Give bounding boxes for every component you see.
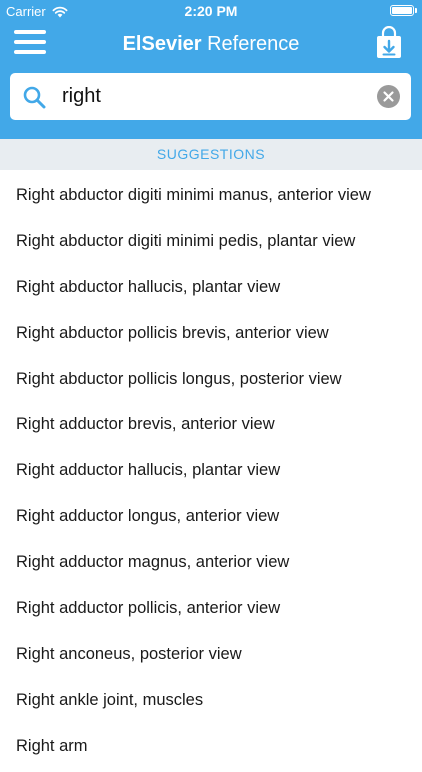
suggestions-header: SUGGESTIONS (0, 139, 422, 170)
suggestion-item[interactable]: Right abductor pollicis brevis, anterior… (0, 308, 422, 354)
search-bar (10, 73, 411, 120)
app-title: ElSevier Reference (0, 33, 422, 56)
suggestion-item[interactable]: Right abductor pollicis longus, posterio… (0, 354, 422, 400)
suggestion-item[interactable]: Right ankle joint, muscles (0, 675, 422, 721)
suggestion-item[interactable]: Right adductor longus, anterior view (0, 491, 422, 537)
clear-search-button[interactable] (377, 85, 400, 108)
download-bag-icon (377, 25, 401, 58)
suggestion-item[interactable]: Right arm (0, 721, 422, 767)
search-icon (23, 86, 46, 109)
battery-icon (390, 5, 417, 16)
status-time: 2:20 PM (184, 3, 238, 19)
app-header: Carrier 2:20 PM ElSevier Reference (0, 0, 422, 139)
status-bar: Carrier 2:20 PM (0, 0, 422, 24)
suggestion-item[interactable]: Right abductor hallucis, plantar view (0, 262, 422, 308)
navigation-bar: ElSevier Reference (0, 24, 422, 68)
suggestion-item[interactable]: Right adductor magnus, anterior view (0, 537, 422, 583)
suggestion-item[interactable]: Right adductor pollicis, anterior view (0, 583, 422, 629)
suggestions-list: Right abductor digiti minimi manus, ante… (0, 170, 422, 767)
suggestion-item[interactable]: Right abductor digiti minimi manus, ante… (0, 170, 422, 216)
suggestion-item[interactable]: Right adductor hallucis, plantar view (0, 445, 422, 491)
clear-icon (383, 91, 394, 102)
download-button[interactable] (374, 25, 404, 60)
suggestion-item[interactable]: Right adductor brevis, anterior view (0, 399, 422, 445)
suggestion-item[interactable]: Right anconeus, posterior view (0, 629, 422, 675)
app-title-regular: Reference (201, 33, 300, 55)
suggestion-item[interactable]: Right abductor digiti minimi pedis, plan… (0, 216, 422, 262)
search-input[interactable] (60, 79, 362, 114)
app-title-bold: ElSevier (122, 33, 202, 55)
